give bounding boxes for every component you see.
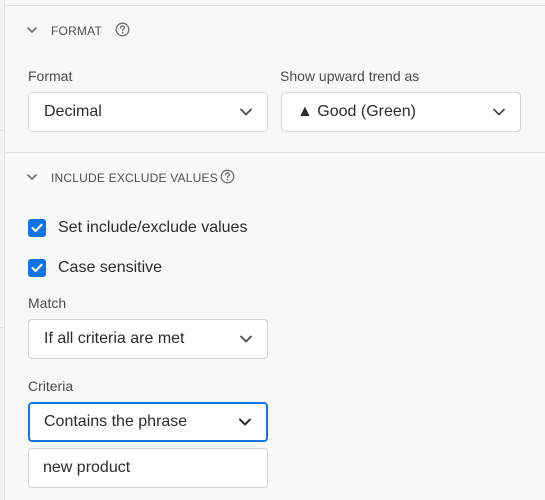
criteria-text-input[interactable]: new product [28, 448, 268, 488]
checkmark-icon [31, 263, 43, 272]
match-label: Match [28, 295, 67, 311]
rail-divider [0, 130, 5, 131]
include-section-title: INCLUDE EXCLUDE VALUES [51, 171, 218, 185]
case-sensitive-label: Case sensitive [58, 259, 163, 276]
match-select-value: If all criteria are met [44, 330, 185, 347]
properties-panel: FORMAT Format Show upward trend as Decim… [6, 0, 545, 500]
format-select-value: Decimal [44, 103, 102, 120]
top-divider [6, 5, 545, 6]
chevron-down-icon[interactable] [25, 170, 39, 184]
set-include-exclude-checkbox-row[interactable]: Set include/exclude values [28, 217, 247, 239]
set-include-exclude-label: Set include/exclude values [58, 219, 248, 236]
caret-down-icon [240, 108, 252, 116]
set-include-exclude-checkbox[interactable] [28, 219, 46, 237]
format-label: Format [28, 68, 73, 84]
section-divider [6, 152, 545, 153]
case-sensitive-checkbox[interactable] [28, 259, 46, 277]
rail-divider [0, 327, 5, 328]
criteria-label: Criteria [28, 378, 74, 394]
checkmark-icon [31, 223, 43, 232]
trend-select-value: ▲ Good (Green) [297, 103, 416, 120]
format-section-header[interactable]: FORMAT [6, 10, 545, 50]
help-circle-icon[interactable] [220, 169, 235, 184]
caret-down-icon [240, 335, 252, 343]
criteria-text-value: new product [43, 459, 131, 476]
criteria-select[interactable]: Contains the phrase [28, 402, 268, 442]
case-sensitive-checkbox-row[interactable]: Case sensitive [28, 257, 162, 279]
trend-select[interactable]: ▲ Good (Green) [281, 92, 521, 132]
criteria-select-value: Contains the phrase [44, 413, 188, 430]
chevron-down-icon[interactable] [25, 23, 39, 37]
match-select[interactable]: If all criteria are met [28, 319, 268, 359]
trend-label: Show upward trend as [280, 68, 420, 84]
left-rail [0, 0, 5, 500]
help-circle-icon[interactable] [115, 22, 130, 37]
caret-down-icon [493, 108, 505, 116]
include-section-header[interactable]: INCLUDE EXCLUDE VALUES [6, 157, 545, 197]
format-section-title: FORMAT [51, 24, 102, 38]
format-select[interactable]: Decimal [28, 92, 268, 132]
caret-down-icon [239, 418, 251, 426]
